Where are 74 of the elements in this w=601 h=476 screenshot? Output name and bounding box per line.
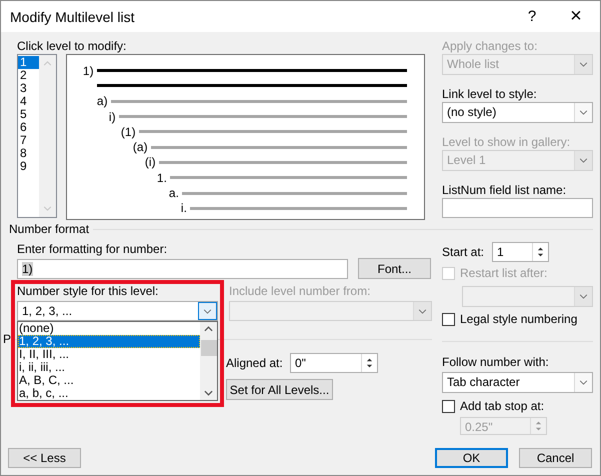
scroll-thumb[interactable]: [200, 340, 216, 356]
preview-number: a): [96, 94, 109, 108]
gallery-level-label: Level to show in gallery:: [442, 134, 572, 150]
level-item[interactable]: 9: [18, 160, 39, 173]
start-at-label: Start at:: [442, 244, 486, 260]
scrollbar[interactable]: [200, 322, 217, 400]
window-title: Modify Multilevel list: [10, 8, 136, 24]
number-style-dropdown[interactable]: 1, 2, 3, ...: [17, 301, 218, 321]
aligned-at-spinbox[interactable]: 0": [290, 353, 378, 373]
spin-arrows-icon[interactable]: [537, 245, 544, 259]
spin-arrows-icon[interactable]: [366, 356, 373, 370]
level-item[interactable]: 8: [18, 147, 39, 160]
apply-changes-label: Apply changes to:: [442, 38, 538, 54]
group-title: P: [2, 332, 12, 346]
include-level-dropdown[interactable]: [229, 301, 432, 321]
level-item[interactable]: 2: [18, 69, 39, 82]
dialog-button[interactable]: << Less: [8, 448, 81, 468]
number-style-option[interactable]: i, ii, iii, ...: [18, 361, 200, 374]
start-at-spinbox[interactable]: 1: [492, 242, 549, 262]
tab-stop-label: Add tab stop at:: [460, 398, 544, 414]
follow-label: Follow number with:: [442, 354, 550, 370]
listnum-field[interactable]: [442, 198, 593, 218]
number-style-option[interactable]: A, B, C, ...: [18, 374, 200, 387]
restart-dropdown[interactable]: [462, 286, 593, 307]
chevron-down-icon: [579, 294, 588, 299]
preview-number: (1): [120, 124, 137, 139]
preview-number: 1): [82, 64, 95, 78]
preview-number: 1.: [156, 170, 168, 185]
close-button[interactable]: ×: [554, 1, 598, 32]
level-item[interactable]: 3: [18, 82, 39, 95]
number-style-option[interactable]: (none): [18, 322, 200, 335]
format-label: Enter formatting for number:: [17, 241, 168, 257]
dialog-button[interactable]: OK: [435, 448, 508, 468]
number-style-label: Number style for this level:: [17, 283, 160, 299]
preview-number: i.: [180, 201, 188, 216]
chevron-down-icon: [203, 308, 212, 314]
dialog-button[interactable]: Cancel: [519, 448, 592, 468]
group-title: Number format: [8, 222, 90, 236]
legal-label: Legal style numbering: [460, 311, 578, 327]
level-item[interactable]: 7: [18, 134, 39, 147]
chevron-down-icon: [579, 158, 588, 163]
include-level-label: Include level number from:: [229, 283, 370, 299]
levels-label: Click level to modify:: [17, 38, 128, 54]
restart-label: Restart list after:: [460, 265, 548, 281]
number-style-list[interactable]: (none) 1, 2, 3, ... I, II, III, ... i, ii, iii, ... A, B, C, ... a, b, c, ...: [17, 321, 218, 401]
aligned-at-label: Aligned at:: [226, 355, 284, 371]
level-item[interactable]: 1: [18, 56, 39, 69]
number-style-option[interactable]: a, b, c, ...: [18, 387, 200, 400]
number-style-option[interactable]: 1, 2, 3, ...: [18, 335, 200, 348]
link-style-label: Link level to style:: [442, 86, 538, 102]
scroll-down-icon[interactable]: [204, 390, 213, 396]
level-item[interactable]: 4: [18, 95, 39, 108]
chevron-down-icon: [579, 110, 588, 115]
level-item[interactable]: 6: [18, 121, 39, 134]
tab-stop-checkbox[interactable]: [442, 400, 455, 412]
preview-number: a.: [168, 186, 180, 200]
number-style-option[interactable]: I, II, III, ...: [18, 348, 200, 361]
font-button[interactable]: Font...: [358, 258, 431, 279]
link-style-dropdown[interactable]: (no style): [442, 102, 593, 123]
set-all-levels-button[interactable]: Set for All Levels...: [226, 379, 333, 400]
level-list[interactable]: 1 2 3 4 5 6 7 8 9: [17, 54, 57, 218]
preview-number: (i): [144, 155, 157, 170]
chevron-down-icon: [579, 62, 588, 67]
follow-dropdown[interactable]: Tab character: [442, 372, 593, 393]
preview-number: i): [108, 110, 117, 124]
level-item[interactable]: 5: [18, 108, 39, 121]
format-field[interactable]: 1): [17, 258, 348, 278]
listnum-label: ListNum field list name:: [442, 182, 568, 198]
chevron-down-icon: [579, 380, 588, 385]
chevron-down-icon: [418, 308, 427, 314]
preview-number: (a): [132, 140, 149, 154]
help-button[interactable]: ?: [510, 1, 554, 32]
legal-checkbox[interactable]: [442, 312, 455, 326]
scroll-up-icon[interactable]: [204, 326, 213, 332]
